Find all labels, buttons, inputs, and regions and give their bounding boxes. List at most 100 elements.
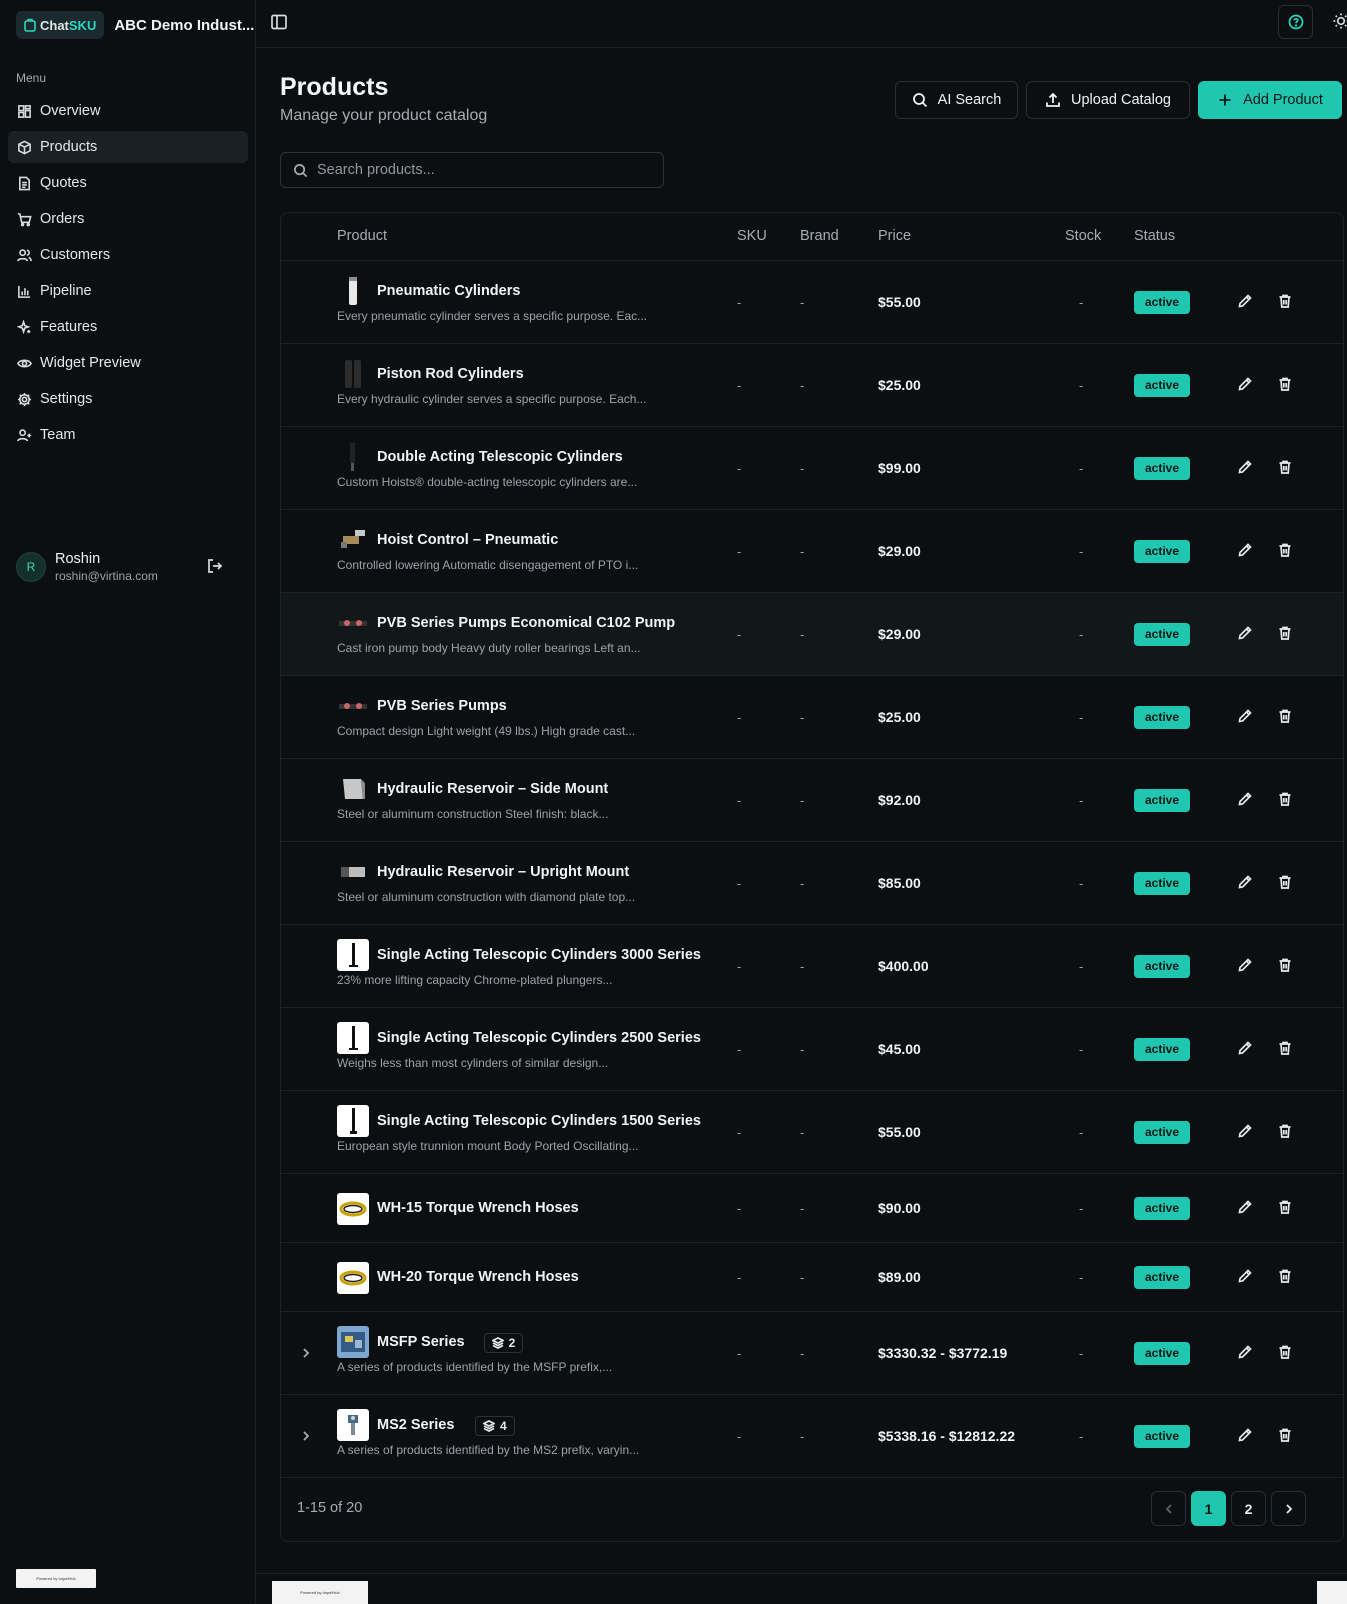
product-name[interactable]: Hoist Control – Pneumatic	[377, 532, 558, 548]
sidebar-item-team[interactable]: Team	[8, 419, 248, 451]
column-header-stock[interactable]: Stock	[1065, 228, 1101, 244]
product-description: Every hydraulic cylinder serves a specif…	[337, 392, 647, 406]
ai-search-button[interactable]: AI Search	[895, 81, 1018, 119]
delete-product-button[interactable]	[1277, 1199, 1297, 1219]
help-button[interactable]	[1278, 5, 1313, 39]
table-row[interactable]: Single Acting Telescopic Cylinders 3000 …	[281, 925, 1343, 1008]
column-header-price[interactable]: Price	[878, 228, 911, 244]
page-subtitle: Manage your product catalog	[280, 107, 488, 124]
delete-product-button[interactable]	[1277, 1427, 1297, 1447]
delete-product-button[interactable]	[1277, 625, 1297, 645]
table-row[interactable]: Single Acting Telescopic Cylinders 1500 …	[281, 1091, 1343, 1174]
table-row[interactable]: MS2 Series 4 A series of products identifi…	[281, 1395, 1343, 1478]
delete-product-button[interactable]	[1277, 791, 1297, 811]
product-name[interactable]: Single Acting Telescopic Cylinders 3000 …	[377, 947, 701, 963]
edit-product-button[interactable]	[1237, 1040, 1257, 1060]
delete-product-button[interactable]	[1277, 957, 1297, 977]
edit-product-button[interactable]	[1237, 1268, 1257, 1288]
sidebar-toggle-button[interactable]	[270, 13, 288, 31]
column-header-brand[interactable]: Brand	[800, 228, 839, 244]
logout-button[interactable]	[206, 557, 224, 575]
product-name[interactable]: WH-20 Torque Wrench Hoses	[377, 1269, 579, 1285]
edit-product-button[interactable]	[1237, 1427, 1257, 1447]
delete-product-button[interactable]	[1277, 459, 1297, 479]
edit-product-button[interactable]	[1237, 293, 1257, 313]
powered-by-badge[interactable]: Powered by ImpelHub	[16, 1569, 96, 1588]
product-name[interactable]: Single Acting Telescopic Cylinders 1500 …	[377, 1113, 701, 1129]
delete-product-button[interactable]	[1277, 293, 1297, 313]
user-profile[interactable]: R Roshin roshin@virtina.com	[16, 549, 236, 585]
page-button-2[interactable]: 2	[1231, 1491, 1266, 1526]
edit-product-button[interactable]	[1237, 957, 1257, 977]
product-name[interactable]: MSFP Series	[377, 1334, 465, 1350]
table-row[interactable]: PVB Series Pumps Economical C102 Pump Cas…	[281, 593, 1343, 676]
edit-product-button[interactable]	[1237, 542, 1257, 562]
delete-product-button[interactable]	[1277, 1123, 1297, 1143]
sidebar-item-features[interactable]: Features	[8, 311, 248, 343]
table-row[interactable]: PVB Series Pumps Compact design Light wei…	[281, 676, 1343, 759]
table-row[interactable]: Piston Rod Cylinders Every hydraulic cyli…	[281, 344, 1343, 427]
edit-product-button[interactable]	[1237, 376, 1257, 396]
delete-product-button[interactable]	[1277, 1040, 1297, 1060]
page-button-1[interactable]: 1	[1191, 1491, 1226, 1526]
product-name[interactable]: PVB Series Pumps	[377, 698, 507, 714]
product-name[interactable]: Hydraulic Reservoir – Upright Mount	[377, 864, 629, 880]
table-row[interactable]: Single Acting Telescopic Cylinders 2500 …	[281, 1008, 1343, 1091]
sidebar-item-customers[interactable]: Customers	[8, 239, 248, 271]
theme-toggle-button[interactable]	[1332, 12, 1347, 32]
delete-product-button[interactable]	[1277, 1268, 1297, 1288]
product-name[interactable]: PVB Series Pumps Economical C102 Pump	[377, 615, 675, 631]
table-row[interactable]: Pneumatic Cylinders Every pneumatic cylin…	[281, 261, 1343, 344]
column-header-status[interactable]: Status	[1134, 228, 1175, 244]
delete-product-button[interactable]	[1277, 1344, 1297, 1364]
sidebar-item-overview[interactable]: Overview	[8, 95, 248, 127]
product-name[interactable]: WH-15 Torque Wrench Hoses	[377, 1200, 579, 1216]
sidebar-item-products[interactable]: Products	[8, 131, 248, 163]
product-name[interactable]: MS2 Series	[377, 1417, 454, 1433]
edit-product-button[interactable]	[1237, 1123, 1257, 1143]
sidebar-item-quotes[interactable]: Quotes	[8, 167, 248, 199]
product-name[interactable]: Single Acting Telescopic Cylinders 2500 …	[377, 1030, 701, 1046]
edit-product-button[interactable]	[1237, 874, 1257, 894]
edit-product-button[interactable]	[1237, 459, 1257, 479]
expand-row-button[interactable]	[299, 1429, 315, 1445]
edit-product-button[interactable]	[1237, 708, 1257, 728]
add-product-button[interactable]: Add Product	[1198, 81, 1342, 119]
table-row[interactable]: WH-20 Torque Wrench Hoses - - $89.00 - active	[281, 1243, 1343, 1312]
table-row[interactable]: Hydraulic Reservoir – Upright Mount Steel…	[281, 842, 1343, 925]
edit-product-button[interactable]	[1237, 625, 1257, 645]
product-name[interactable]: Double Acting Telescopic Cylinders	[377, 449, 623, 465]
edit-product-button[interactable]	[1237, 1199, 1257, 1219]
next-page-button[interactable]	[1271, 1491, 1306, 1526]
footer-widget-badge[interactable]	[1317, 1581, 1347, 1604]
powered-by-badge[interactable]: Powered by ImpelHub	[272, 1581, 368, 1604]
column-header-sku[interactable]: SKU	[737, 228, 767, 244]
sidebar-item-pipeline[interactable]: Pipeline	[8, 275, 248, 307]
delete-product-button[interactable]	[1277, 542, 1297, 562]
sidebar-item-orders[interactable]: Orders	[8, 203, 248, 235]
edit-product-button[interactable]	[1237, 791, 1257, 811]
sidebar-item-settings[interactable]: Settings	[8, 383, 248, 415]
product-name[interactable]: Hydraulic Reservoir – Side Mount	[377, 781, 608, 797]
table-row[interactable]: WH-15 Torque Wrench Hoses - - $90.00 - active	[281, 1174, 1343, 1243]
table-row[interactable]: Hoist Control – Pneumatic Controlled lowe…	[281, 510, 1343, 593]
table-row[interactable]: MSFP Series 2 A series of products identif…	[281, 1312, 1343, 1395]
brand[interactable]: Chat SKU ABC Demo Indust...	[16, 10, 254, 40]
search-bar[interactable]	[280, 152, 664, 188]
column-header-product[interactable]: Product	[337, 228, 387, 244]
variants-badge: 2	[483, 1333, 524, 1353]
sidebar-item-widget-preview[interactable]: Widget Preview	[8, 347, 248, 379]
delete-product-button[interactable]	[1277, 376, 1297, 396]
delete-product-button[interactable]	[1277, 708, 1297, 728]
table-row[interactable]: Double Acting Telescopic Cylinders Custom…	[281, 427, 1343, 510]
previous-page-button[interactable]	[1151, 1491, 1186, 1526]
table-row[interactable]: Hydraulic Reservoir – Side Mount Steel or…	[281, 759, 1343, 842]
upload-catalog-button[interactable]: Upload Catalog	[1026, 81, 1190, 119]
search-input[interactable]	[317, 162, 637, 178]
edit-product-button[interactable]	[1237, 1344, 1257, 1364]
expand-row-button[interactable]	[299, 1346, 315, 1362]
product-name[interactable]: Pneumatic Cylinders	[377, 283, 520, 299]
delete-product-button[interactable]	[1277, 874, 1297, 894]
product-name[interactable]: Piston Rod Cylinders	[377, 366, 524, 382]
sku-value: -	[737, 875, 742, 891]
